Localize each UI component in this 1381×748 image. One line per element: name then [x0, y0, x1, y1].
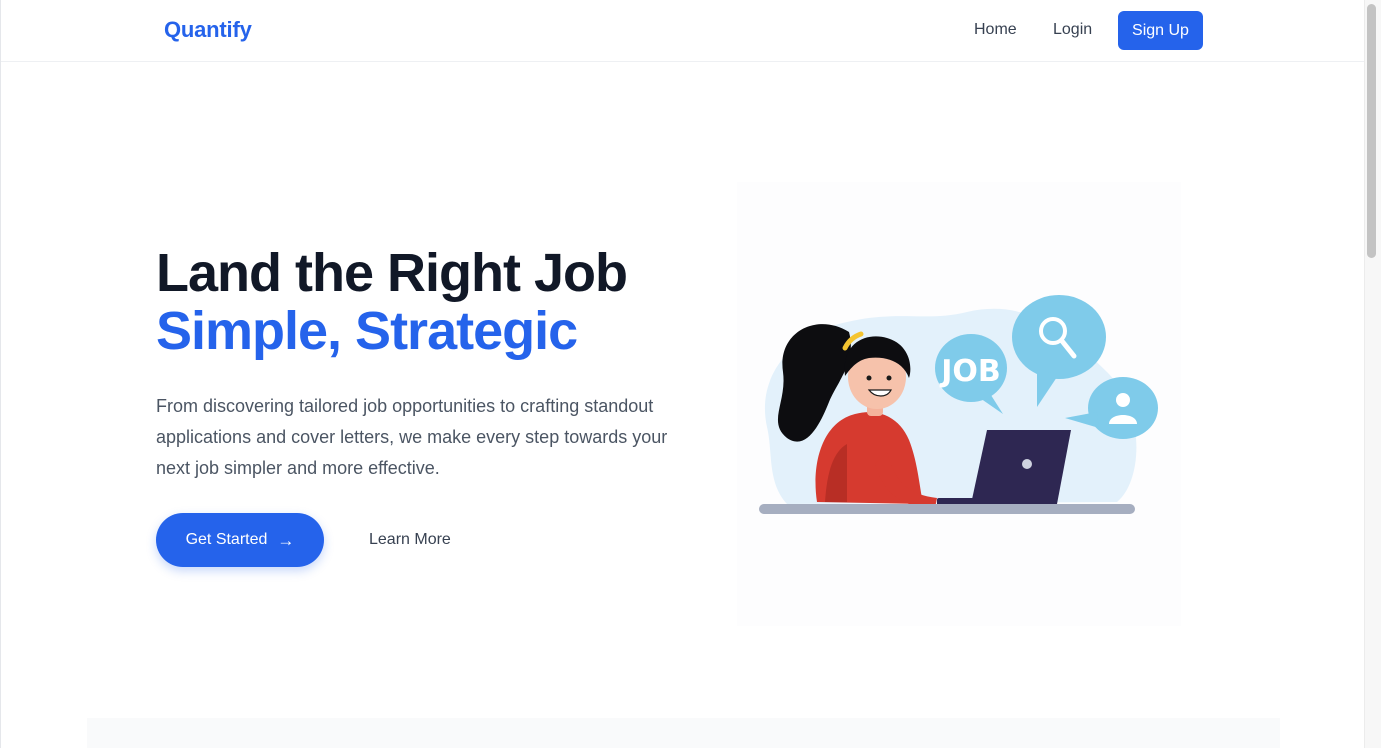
navbar: Quantify Home Login Sign Up	[1, 0, 1364, 62]
get-started-label: Get Started	[185, 531, 268, 548]
hero-illustration: JOB	[737, 182, 1181, 626]
desk	[759, 504, 1135, 514]
scrollbar-thumb[interactable]	[1367, 4, 1376, 258]
hero-title-accent: Simple, Strategic	[156, 301, 578, 361]
job-search-illustration: JOB	[759, 295, 1158, 514]
laptop	[971, 430, 1071, 504]
page: Quantify Home Login Sign Up Land the Rig…	[0, 0, 1381, 748]
arrow-right-icon: →	[277, 530, 295, 550]
hero-description: From discovering tailored job opportunit…	[156, 396, 668, 478]
logo[interactable]: Quantify	[164, 17, 252, 43]
hero-title-line1: Land the Right Job	[156, 243, 628, 303]
features-section-top	[87, 718, 1280, 748]
get-started-button[interactable]: Get Started →	[156, 513, 324, 567]
nav-link-login[interactable]: Login	[1053, 21, 1092, 39]
learn-more-link[interactable]: Learn More	[369, 531, 451, 549]
job-bubble-text: JOB	[939, 354, 1001, 389]
sign-up-button[interactable]: Sign Up	[1118, 11, 1203, 50]
nav-link-home[interactable]: Home	[974, 21, 1017, 39]
hero-title: Land the Right Job Simple, Strategic	[156, 243, 628, 361]
